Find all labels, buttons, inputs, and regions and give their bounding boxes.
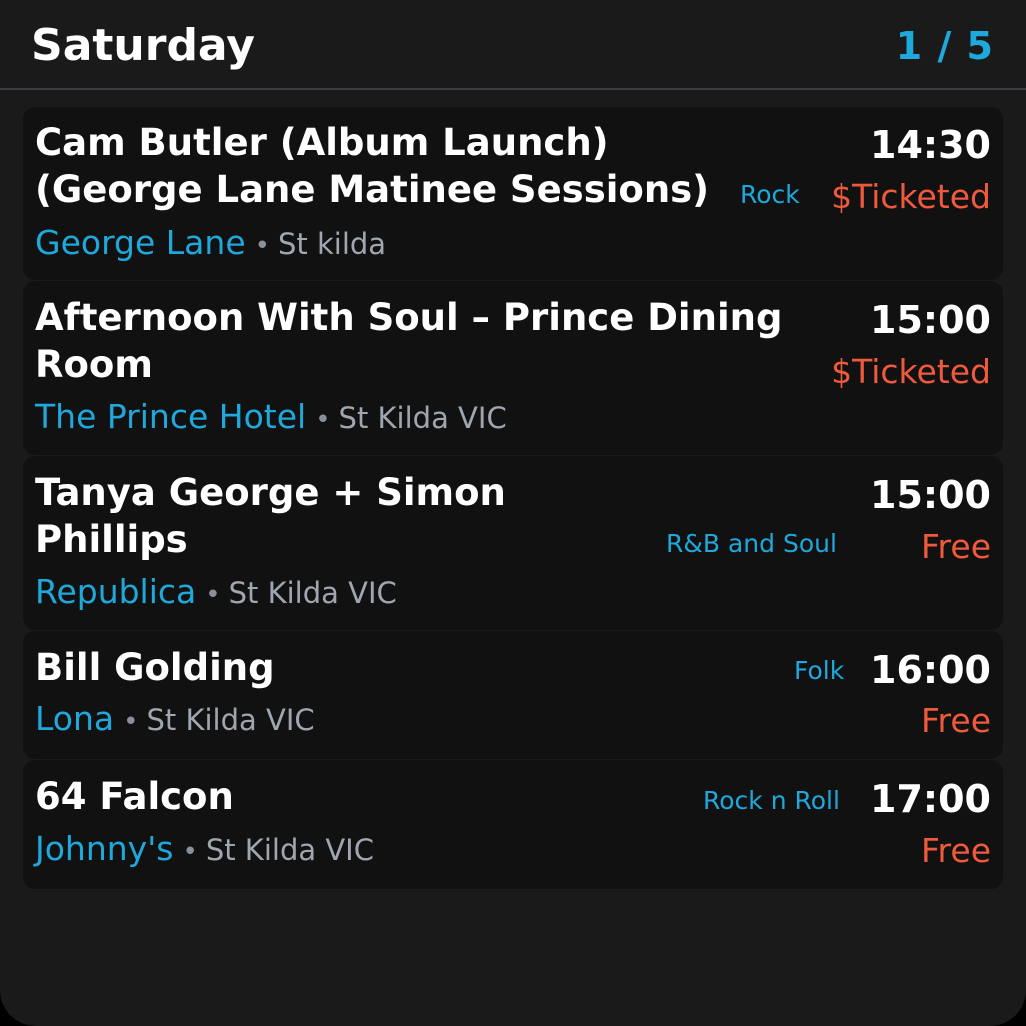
venue-line: Lona • St Kilda VIC [35, 699, 315, 742]
genre-tag: Rock n Roll [703, 786, 840, 815]
event-card[interactable]: Afternoon With Soul – Prince Dining Room… [23, 281, 1003, 455]
price-label: $Ticketed [831, 352, 991, 391]
separator-dot: • [182, 837, 198, 867]
event-card[interactable]: Bill Golding Folk 16:00 Free Lona • St Kil… [23, 631, 1003, 759]
venue-link[interactable]: Johnny's [35, 829, 173, 868]
price-label: Free [920, 831, 991, 870]
event-time: 17:00 [870, 777, 991, 821]
genre-tag: R&B and Soul [666, 529, 837, 558]
event-title-line: Room [35, 343, 153, 386]
price-label: Free [920, 701, 991, 740]
venue-link[interactable]: Lona [35, 699, 114, 738]
venue-line: Republica • St Kilda VIC [35, 572, 397, 615]
event-time: 16:00 [870, 648, 991, 692]
event-title-line: Phillips [35, 518, 188, 561]
event-title: Tanya George + Simon Phillips [35, 469, 506, 563]
gig-guide-panel: Saturday 1 / 5 Cam Butler (Album Launch)… [0, 0, 1026, 1026]
venue-line: George Lane • St kilda [35, 223, 386, 266]
price-label: Free [920, 527, 991, 566]
suburb-label: St Kilda VIC [146, 703, 315, 737]
suburb-label: St kilda [277, 227, 387, 261]
event-title-line: Bill Golding [35, 646, 275, 689]
suburb-label: St Kilda VIC [338, 401, 507, 435]
event-card[interactable]: Tanya George + Simon Phillips R&B and So… [23, 456, 1003, 630]
venue-line: The Prince Hotel • St Kilda VIC [35, 397, 507, 440]
day-title: Saturday [31, 20, 255, 71]
event-title-line: (George Lane Matinee Sessions) [35, 168, 710, 211]
venue-line: Johnny's • St Kilda VIC [35, 829, 374, 872]
price-label: $Ticketed [831, 177, 991, 216]
day-header: Saturday 1 / 5 [0, 0, 1026, 90]
event-title-line: Tanya George + Simon [35, 471, 506, 514]
event-card[interactable]: Cam Butler (Album Launch) (George Lane M… [23, 107, 1003, 280]
event-title: Bill Golding [35, 644, 275, 691]
event-list: Cam Butler (Album Launch) (George Lane M… [23, 107, 1003, 890]
event-title-line: Afternoon With Soul – Prince Dining [35, 296, 783, 339]
venue-link[interactable]: George Lane [35, 223, 246, 262]
event-title-line: 64 Falcon [35, 775, 234, 818]
page-indicator: 1 / 5 [895, 24, 994, 68]
genre-tag: Rock [740, 180, 800, 209]
event-title: 64 Falcon [35, 773, 234, 820]
event-time: 14:30 [870, 123, 991, 167]
separator-dot: • [315, 405, 331, 435]
event-title-line: Cam Butler (Album Launch) [35, 121, 609, 164]
event-card[interactable]: 64 Falcon Rock n Roll 17:00 Free Johnny'… [23, 760, 1003, 889]
suburb-label: St Kilda VIC [228, 576, 397, 610]
suburb-label: St Kilda VIC [205, 833, 374, 867]
venue-link[interactable]: The Prince Hotel [35, 397, 306, 436]
genre-tag: Folk [794, 656, 845, 685]
separator-dot: • [123, 707, 139, 737]
event-title: Cam Butler (Album Launch) (George Lane M… [35, 119, 709, 213]
event-time: 15:00 [870, 298, 991, 342]
separator-dot: • [254, 231, 270, 261]
event-title: Afternoon With Soul – Prince Dining Room [35, 294, 782, 388]
event-time: 15:00 [870, 473, 991, 517]
separator-dot: • [205, 580, 221, 610]
venue-link[interactable]: Republica [35, 572, 196, 611]
